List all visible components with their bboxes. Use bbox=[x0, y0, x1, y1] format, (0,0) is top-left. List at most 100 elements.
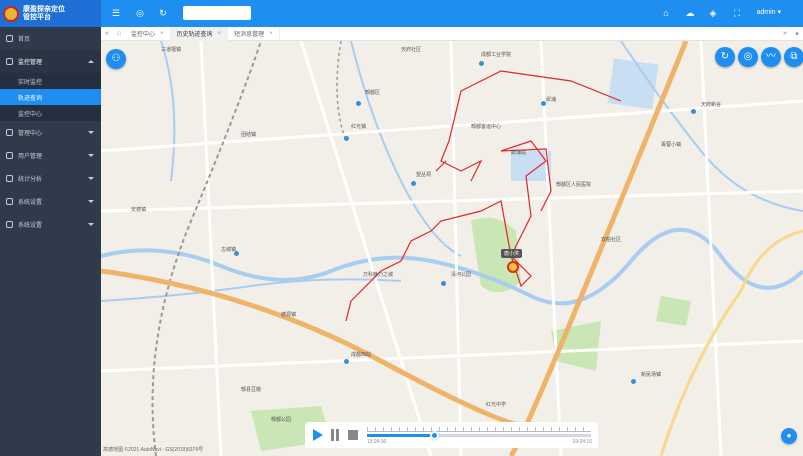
refresh-map-icon[interactable]: ↻ bbox=[715, 47, 735, 67]
app-logo: 康盈探亲定位 管控平台 bbox=[0, 0, 101, 27]
map-label: 安德镇 bbox=[131, 207, 147, 213]
monitor-icon bbox=[6, 58, 13, 65]
sidebar-item-manage[interactable]: 管理中心 bbox=[0, 121, 101, 144]
admin-menu[interactable]: admin ▾ bbox=[756, 8, 781, 16]
chevron-down-icon bbox=[88, 154, 94, 157]
sidebar-subitem-realtime[interactable]: 实时监控 bbox=[0, 73, 101, 89]
menu-icon[interactable]: ☰ bbox=[111, 8, 121, 18]
poi-marker[interactable] bbox=[356, 101, 361, 106]
map-label: 红光中学 bbox=[486, 402, 507, 408]
police-emblem-icon bbox=[3, 5, 19, 22]
tab-menu-chevron-icon[interactable]: ▾ bbox=[791, 30, 803, 38]
sidebar-item-settings[interactable]: 系统设置 bbox=[0, 190, 101, 213]
home-icon[interactable]: ⌂ bbox=[661, 8, 671, 18]
map-label: 望丛祠 bbox=[416, 172, 432, 178]
sidebar-item-settings-2[interactable]: 系统设置 bbox=[0, 213, 101, 236]
playback-knob[interactable] bbox=[430, 431, 440, 440]
search-input[interactable] bbox=[183, 6, 251, 20]
map-view[interactable]: 郫都区 天府社区 成都工业学院 犀浦 团结镇 红光镇 安德镇 三道堰镇 犀浦站 … bbox=[101, 41, 803, 456]
sidebar: 康盈探亲定位 管控平台 首页 监控管理 实时监控 轨迹查询 监控中心 管理中心 … bbox=[0, 0, 101, 456]
map-label: 团结镇 bbox=[241, 132, 257, 138]
map-label: 清河公园 bbox=[451, 272, 472, 278]
home-tab-icon[interactable]: ⌂ bbox=[113, 30, 125, 37]
compass-icon[interactable]: ● bbox=[781, 428, 797, 444]
sidebar-menu: 首页 监控管理 实时监控 轨迹查询 监控中心 管理中心 用户管理 统计分析 系统… bbox=[0, 27, 101, 236]
map-label: 德源镇 bbox=[281, 312, 297, 318]
map-label: 天府社区 bbox=[401, 47, 422, 53]
sidebar-item-users[interactable]: 用户管理 bbox=[0, 144, 101, 167]
close-icon[interactable]: × bbox=[160, 31, 164, 37]
tab-track-query[interactable]: 历史轨迹查询 × bbox=[170, 26, 229, 41]
timeline-ticks bbox=[367, 427, 591, 432]
sidebar-item-monitor[interactable]: 监控管理 bbox=[0, 50, 101, 73]
start-time: 19:24:30 bbox=[367, 439, 387, 445]
top-bar: ☰ ◎ ↻ ⌂ ☁ ◈ ⛶ admin ▾ bbox=[101, 0, 803, 27]
map-label: 红光镇 bbox=[351, 124, 367, 130]
sidebar-item-home[interactable]: 首页 bbox=[0, 27, 101, 50]
map-copyright: 高德地图 ©2021 AutoNavi - GS(2019)6379号 bbox=[103, 447, 204, 453]
tab-monitor-center[interactable]: 监控中心 × bbox=[125, 26, 171, 41]
tag-icon[interactable]: ◈ bbox=[708, 8, 718, 18]
playback-slider[interactable] bbox=[367, 431, 591, 440]
vehicle-tooltip: 唐小洪 bbox=[501, 249, 523, 258]
chevron-down-icon bbox=[88, 131, 94, 134]
home-icon bbox=[6, 35, 13, 42]
manage-icon bbox=[6, 129, 13, 136]
tab-sms[interactable]: 短消息管理 × bbox=[228, 26, 280, 41]
poi-marker[interactable] bbox=[541, 101, 546, 106]
pause-icon[interactable] bbox=[331, 429, 339, 441]
chevron-down-icon bbox=[88, 177, 94, 180]
map-label: 犀浦站 bbox=[511, 150, 527, 156]
map-label: 双柏社区 bbox=[601, 237, 622, 243]
poi-marker[interactable] bbox=[234, 251, 239, 256]
close-icon[interactable]: × bbox=[218, 31, 222, 37]
poi-marker[interactable] bbox=[691, 109, 696, 114]
chevron-down-icon bbox=[88, 200, 94, 203]
map-label: 郫都公园 bbox=[271, 417, 292, 423]
poi-marker[interactable] bbox=[411, 181, 416, 186]
app-title: 康盈探亲定位 管控平台 bbox=[23, 5, 65, 21]
map-label: 郫县豆瓣 bbox=[241, 387, 262, 393]
user-group-icon[interactable]: ⚇ bbox=[106, 49, 126, 69]
map-label: 万科魅力之城 bbox=[363, 272, 394, 278]
poi-marker[interactable] bbox=[631, 379, 636, 384]
map-label: 郫都区人民医院 bbox=[556, 182, 592, 188]
layers-icon[interactable]: ⧉ bbox=[784, 47, 803, 67]
poi-marker[interactable] bbox=[441, 281, 446, 286]
fullscreen-icon[interactable]: ⛶ bbox=[732, 8, 742, 18]
map-canvas bbox=[101, 41, 803, 456]
track-line-icon[interactable]: 〰 bbox=[761, 47, 781, 67]
playback-progress bbox=[367, 434, 435, 437]
close-icon[interactable]: × bbox=[269, 31, 273, 37]
poi-marker[interactable] bbox=[344, 359, 349, 364]
sidebar-subitem-track[interactable]: 轨迹查询 bbox=[0, 89, 101, 105]
user-icon bbox=[6, 152, 13, 159]
map-label: 天府新谷 bbox=[701, 102, 722, 108]
map-label: 郫都区 bbox=[365, 90, 381, 96]
map-label: 郫都客运中心 bbox=[471, 124, 502, 130]
tab-scroll-left-icon[interactable]: « bbox=[101, 30, 113, 37]
sidebar-subitem-center[interactable]: 监控中心 bbox=[0, 105, 101, 121]
person-marker-icon[interactable] bbox=[507, 261, 519, 273]
poi-marker[interactable] bbox=[344, 136, 349, 141]
tab-scroll-right-icon[interactable]: » bbox=[779, 30, 791, 37]
play-icon[interactable] bbox=[313, 429, 323, 441]
stop-icon[interactable] bbox=[348, 430, 358, 440]
map-label: 新民场镇 bbox=[641, 372, 662, 378]
map-label: 成都西站 bbox=[351, 352, 372, 358]
chart-icon bbox=[6, 175, 13, 182]
chevron-down-icon bbox=[88, 223, 94, 226]
gear-icon bbox=[6, 221, 13, 228]
poi-marker[interactable] bbox=[479, 61, 484, 66]
map-label: 犀浦 bbox=[546, 97, 557, 103]
locate-icon[interactable]: ◎ bbox=[738, 47, 758, 67]
chevron-up-icon bbox=[88, 60, 94, 63]
refresh-icon[interactable]: ↻ bbox=[158, 8, 168, 18]
globe-icon[interactable]: ◎ bbox=[135, 8, 145, 18]
tab-bar: « ⌂ 监控中心 × 历史轨迹查询 × 短消息管理 × » ▾ bbox=[101, 26, 803, 41]
map-label: 三道堰镇 bbox=[161, 47, 182, 53]
sidebar-item-stats[interactable]: 统计分析 bbox=[0, 167, 101, 190]
gear-icon bbox=[6, 198, 13, 205]
cloud-icon[interactable]: ☁ bbox=[685, 8, 695, 18]
map-label: 菁蓉小镇 bbox=[661, 142, 682, 148]
